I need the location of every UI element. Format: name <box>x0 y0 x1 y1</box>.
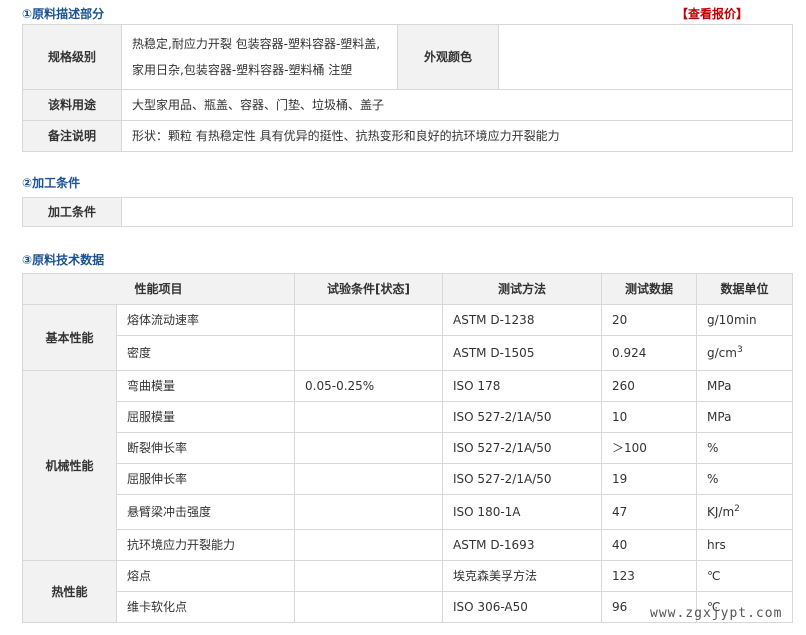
usage-value: 大型家用品、瓶盖、容器、门垫、垃圾桶、盖子 <box>121 89 793 121</box>
test-method: ISO 527-2/1A/50 <box>442 401 603 433</box>
test-condition <box>294 494 444 530</box>
property-name: 维卡软化点 <box>115 591 296 623</box>
property-name: 熔点 <box>115 560 296 592</box>
test-method: ISO 527-2/1A/50 <box>442 463 603 495</box>
test-condition <box>294 560 444 592</box>
tech-header-row: 性能项目 试验条件[状态] 测试方法 测试数据 数据单位 <box>21 273 794 305</box>
unit-text: % <box>707 472 719 486</box>
test-method: ISO 306-A50 <box>442 591 603 623</box>
table-row: 屈服伸长率 ISO 527-2/1A/50 19% <box>23 463 794 495</box>
view-quote-link[interactable]: 【查看报价】 <box>676 5 748 22</box>
processing-label: 加工条件 <box>22 197 122 227</box>
test-value: 47 <box>601 494 698 530</box>
data-unit: MPa <box>696 401 794 433</box>
test-condition <box>294 463 444 495</box>
data-unit: ℃ <box>696 560 794 592</box>
data-unit: g/cm3 <box>696 335 794 371</box>
test-condition <box>294 335 444 371</box>
test-method: ASTM D-1238 <box>442 304 603 336</box>
test-condition <box>294 591 444 623</box>
test-condition: 0.05-0.25% <box>294 370 444 402</box>
table-row: 断裂伸长率 ISO 527-2/1A/50 ＞100% <box>23 432 794 464</box>
unit-superscript: 3 <box>736 345 743 355</box>
property-name: 屈服模量 <box>115 401 296 433</box>
data-unit: MPa <box>696 370 794 402</box>
processing-value <box>121 197 793 227</box>
section-title-tech-data: ③原料技术数据 <box>22 253 105 267</box>
table-row: 热性能 熔点 埃克森美孚方法 123 ℃ <box>22 560 794 623</box>
test-value: 123 <box>601 560 698 592</box>
section-title-processing: ②加工条件 <box>22 176 81 190</box>
note-value: 形状：颗粒 有热稳定性 具有优异的挺性、抗热变形和良好的抗环境应力开裂能力 <box>121 120 793 152</box>
table-row: 密度 ASTM D-1505 0.924 g/cm3 <box>23 335 794 371</box>
header-property: 性能项目 <box>21 273 296 305</box>
description-table: 规格级别 热稳定,耐应力开裂 包装容器-塑料容器-塑料盖,家用日杂,包装容器-塑… <box>22 24 793 152</box>
data-unit: g/10min <box>696 304 794 336</box>
color-label: 外观颜色 <box>397 24 499 90</box>
table-row: 屈服模量 ISO 527-2/1A/50 10 MPa <box>23 401 794 433</box>
test-value: 0.924 <box>601 335 698 371</box>
spec-label: 规格级别 <box>22 24 122 90</box>
test-value: 20 <box>601 304 698 336</box>
usage-label: 该料用途 <box>22 89 122 121</box>
property-name: 弯曲模量 <box>115 370 296 402</box>
header-value: 测试数据 <box>601 273 698 305</box>
processing-table: 加工条件 <box>22 197 793 227</box>
property-name: 熔体流动速率 <box>115 304 296 336</box>
unit-text: MPa <box>707 410 732 424</box>
table-row: 机械性能 弯曲模量 0.05-0.25% ISO 178 260 MPa <box>22 370 794 561</box>
data-unit: % <box>696 463 794 495</box>
color-value <box>498 24 793 90</box>
note-label: 备注说明 <box>22 120 122 152</box>
unit-text: g/cm <box>707 346 737 360</box>
spec-value: 热稳定,耐应力开裂 包装容器-塑料容器-塑料盖,家用日杂,包装容器-塑料容器-塑… <box>121 24 398 90</box>
group-label: 机械性能 <box>22 370 117 561</box>
property-name: 悬臂梁冲击强度 <box>115 494 296 530</box>
test-method: ISO 180-1A <box>442 494 603 530</box>
table-row: 抗环境应力开裂能力 ASTM D-1693 40 hrs <box>23 529 794 561</box>
test-value: ＞100 <box>601 432 698 464</box>
test-method: ISO 178 <box>442 370 603 402</box>
unit-text: hrs <box>707 538 726 552</box>
data-unit: % <box>696 432 794 464</box>
unit-text: % <box>707 441 719 455</box>
unit-text: g/10min <box>707 313 757 327</box>
unit-text: KJ/m <box>707 505 735 519</box>
test-method: 埃克森美孚方法 <box>442 560 603 592</box>
data-unit: KJ/m2 <box>696 494 794 530</box>
test-condition <box>294 304 444 336</box>
tech-data-table: 性能项目 试验条件[状态] 测试方法 测试数据 数据单位 基本性能 熔体流动速率 A… <box>21 273 794 623</box>
header-condition: 试验条件[状态] <box>294 273 444 305</box>
data-unit: hrs <box>696 529 794 561</box>
unit-text: MPa <box>707 379 732 393</box>
property-name: 断裂伸长率 <box>115 432 296 464</box>
test-condition <box>294 401 444 433</box>
watermark: www.zgxjypt.com <box>650 606 783 621</box>
test-condition <box>294 432 444 464</box>
group-label: 热性能 <box>22 560 117 623</box>
table-row: 悬臂梁冲击强度 ISO 180-1A 47 KJ/m2 <box>23 494 794 530</box>
section-title-description: ①原料描述部分 <box>22 7 105 21</box>
test-method: ASTM D-1693 <box>442 529 603 561</box>
test-method: ASTM D-1505 <box>442 335 603 371</box>
table-row: 基本性能 熔体流动速率 ASTM D-1238 20 g/10min <box>22 304 794 371</box>
group-label: 基本性能 <box>22 304 117 371</box>
test-value: 40 <box>601 529 698 561</box>
unit-superscript: 2 <box>734 504 740 514</box>
test-value: 10 <box>601 401 698 433</box>
header-unit: 数据单位 <box>696 273 794 305</box>
property-name: 屈服伸长率 <box>115 463 296 495</box>
header-method: 测试方法 <box>442 273 603 305</box>
property-name: 抗环境应力开裂能力 <box>115 529 296 561</box>
test-value: 19 <box>601 463 698 495</box>
unit-text: ℃ <box>707 569 721 583</box>
test-method: ISO 527-2/1A/50 <box>442 432 603 464</box>
property-name: 密度 <box>115 335 296 371</box>
test-condition <box>294 529 444 561</box>
test-value: 260 <box>601 370 698 402</box>
